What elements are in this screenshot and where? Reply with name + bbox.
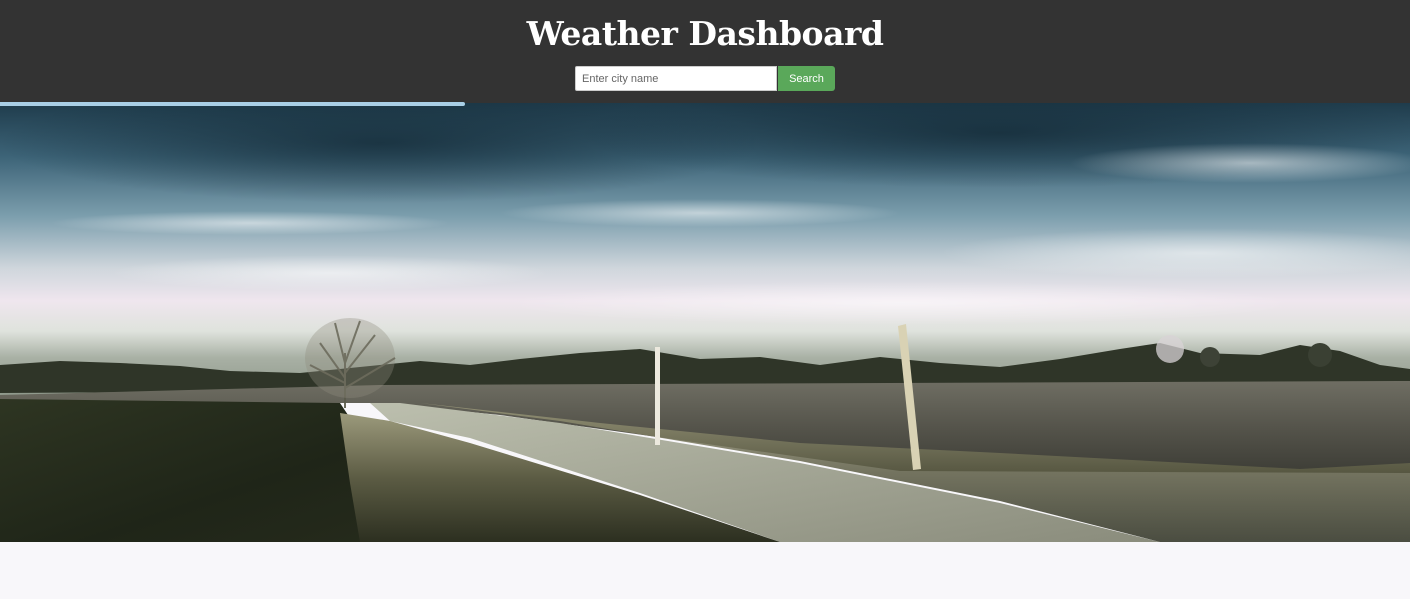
search-button[interactable]: Search [778, 66, 835, 91]
loading-progress-fill [0, 102, 466, 106]
dashboard-content-area [0, 542, 1410, 599]
search-bar: Search [575, 66, 835, 91]
hero-landscape-image [0, 103, 1410, 542]
loading-progress-bar [0, 102, 1410, 106]
landscape-image [0, 103, 1410, 542]
city-search-input[interactable] [575, 66, 777, 91]
page-title: Weather Dashboard [526, 14, 884, 53]
app-header: Weather Dashboard Search [0, 0, 1410, 103]
